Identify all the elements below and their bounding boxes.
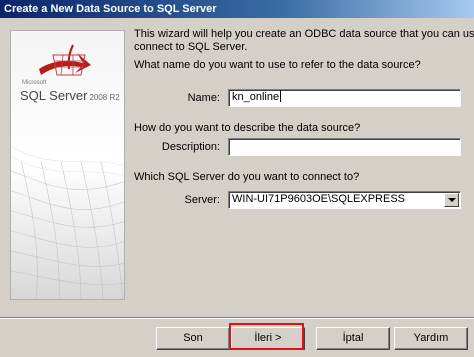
name-input[interactable]: kn_online	[228, 89, 461, 107]
product-name: SQL Server	[20, 88, 88, 103]
description-question: How do you want to describe the data sou…	[134, 122, 361, 134]
description-label: Description:	[161, 141, 220, 153]
help-button[interactable]: Yardım	[394, 327, 468, 350]
product-version: 2008 R2	[89, 93, 120, 102]
brand-product: SQL Server 2008 R2	[20, 88, 120, 103]
server-select-value: WIN-UI71P9603OE\SQLEXPRESS	[232, 193, 406, 205]
footer-separator	[0, 317, 474, 319]
intro-line-1: This wizard will help you create an ODBC…	[134, 28, 474, 40]
server-question: Which SQL Server do you want to connect …	[134, 171, 360, 183]
banner-graphic	[11, 44, 124, 299]
cancel-button[interactable]: İptal	[316, 327, 390, 350]
server-select[interactable]: WIN-UI71P9603OE\SQLEXPRESS	[228, 191, 461, 209]
name-question: What name do you want to use to refer to…	[134, 59, 421, 71]
intro-line-2: connect to SQL Server.	[134, 41, 248, 53]
window-title-bar: Create a New Data Source to SQL Server	[0, 0, 474, 18]
brand-microsoft: Microsoft	[22, 80, 47, 86]
server-label: Server:	[184, 194, 220, 206]
chevron-down-icon[interactable]	[444, 193, 459, 207]
window-title: Create a New Data Source to SQL Server	[4, 3, 217, 15]
sql-logo-icon	[39, 44, 91, 76]
name-label: Name:	[187, 92, 220, 104]
sql-server-banner: Microsoft SQL Server 2008 R2	[10, 30, 125, 300]
next-button-highlight	[229, 323, 304, 350]
finish-button[interactable]: Son	[156, 327, 230, 350]
description-input[interactable]	[228, 138, 461, 156]
text-caret	[280, 90, 282, 102]
dialog-body: Microsoft SQL Server 2008 R2 This wizard …	[0, 18, 474, 357]
name-input-value: kn_online	[232, 91, 280, 103]
